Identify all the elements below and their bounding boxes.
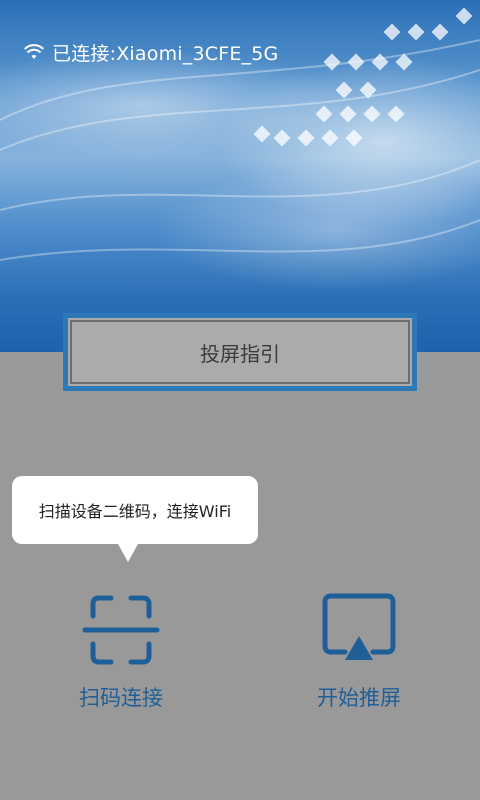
- connection-text: 已连接:Xiaomi_3CFE_5G: [52, 42, 279, 65]
- connection-status: 已连接:Xiaomi_3CFE_5G: [24, 38, 278, 66]
- wifi-icon: [24, 44, 44, 59]
- scan-qr-icon: [82, 595, 160, 665]
- guide-button-label: 投屏指引: [200, 341, 280, 366]
- tooltip-text: 扫描设备二维码，连接WiFi: [38, 502, 232, 521]
- app-screen: 已连接:Xiaomi_3CFE_5G 投屏指引 扫描设备二维码，连接WiFi 扫…: [0, 0, 480, 800]
- screen-cast-guide-button[interactable]: 投屏指引: [63, 313, 417, 391]
- screen-cast-icon: [322, 593, 396, 660]
- scan-tip-tooltip: 扫描设备二维码，连接WiFi: [12, 476, 258, 562]
- scan-connect-label: 扫码连接: [79, 686, 163, 710]
- scan-connect-button[interactable]: 扫码连接: [36, 590, 206, 712]
- hero-banner: 已连接:Xiaomi_3CFE_5G: [0, 0, 480, 352]
- start-cast-button[interactable]: 开始推屏: [274, 590, 444, 712]
- start-cast-label: 开始推屏: [317, 686, 401, 710]
